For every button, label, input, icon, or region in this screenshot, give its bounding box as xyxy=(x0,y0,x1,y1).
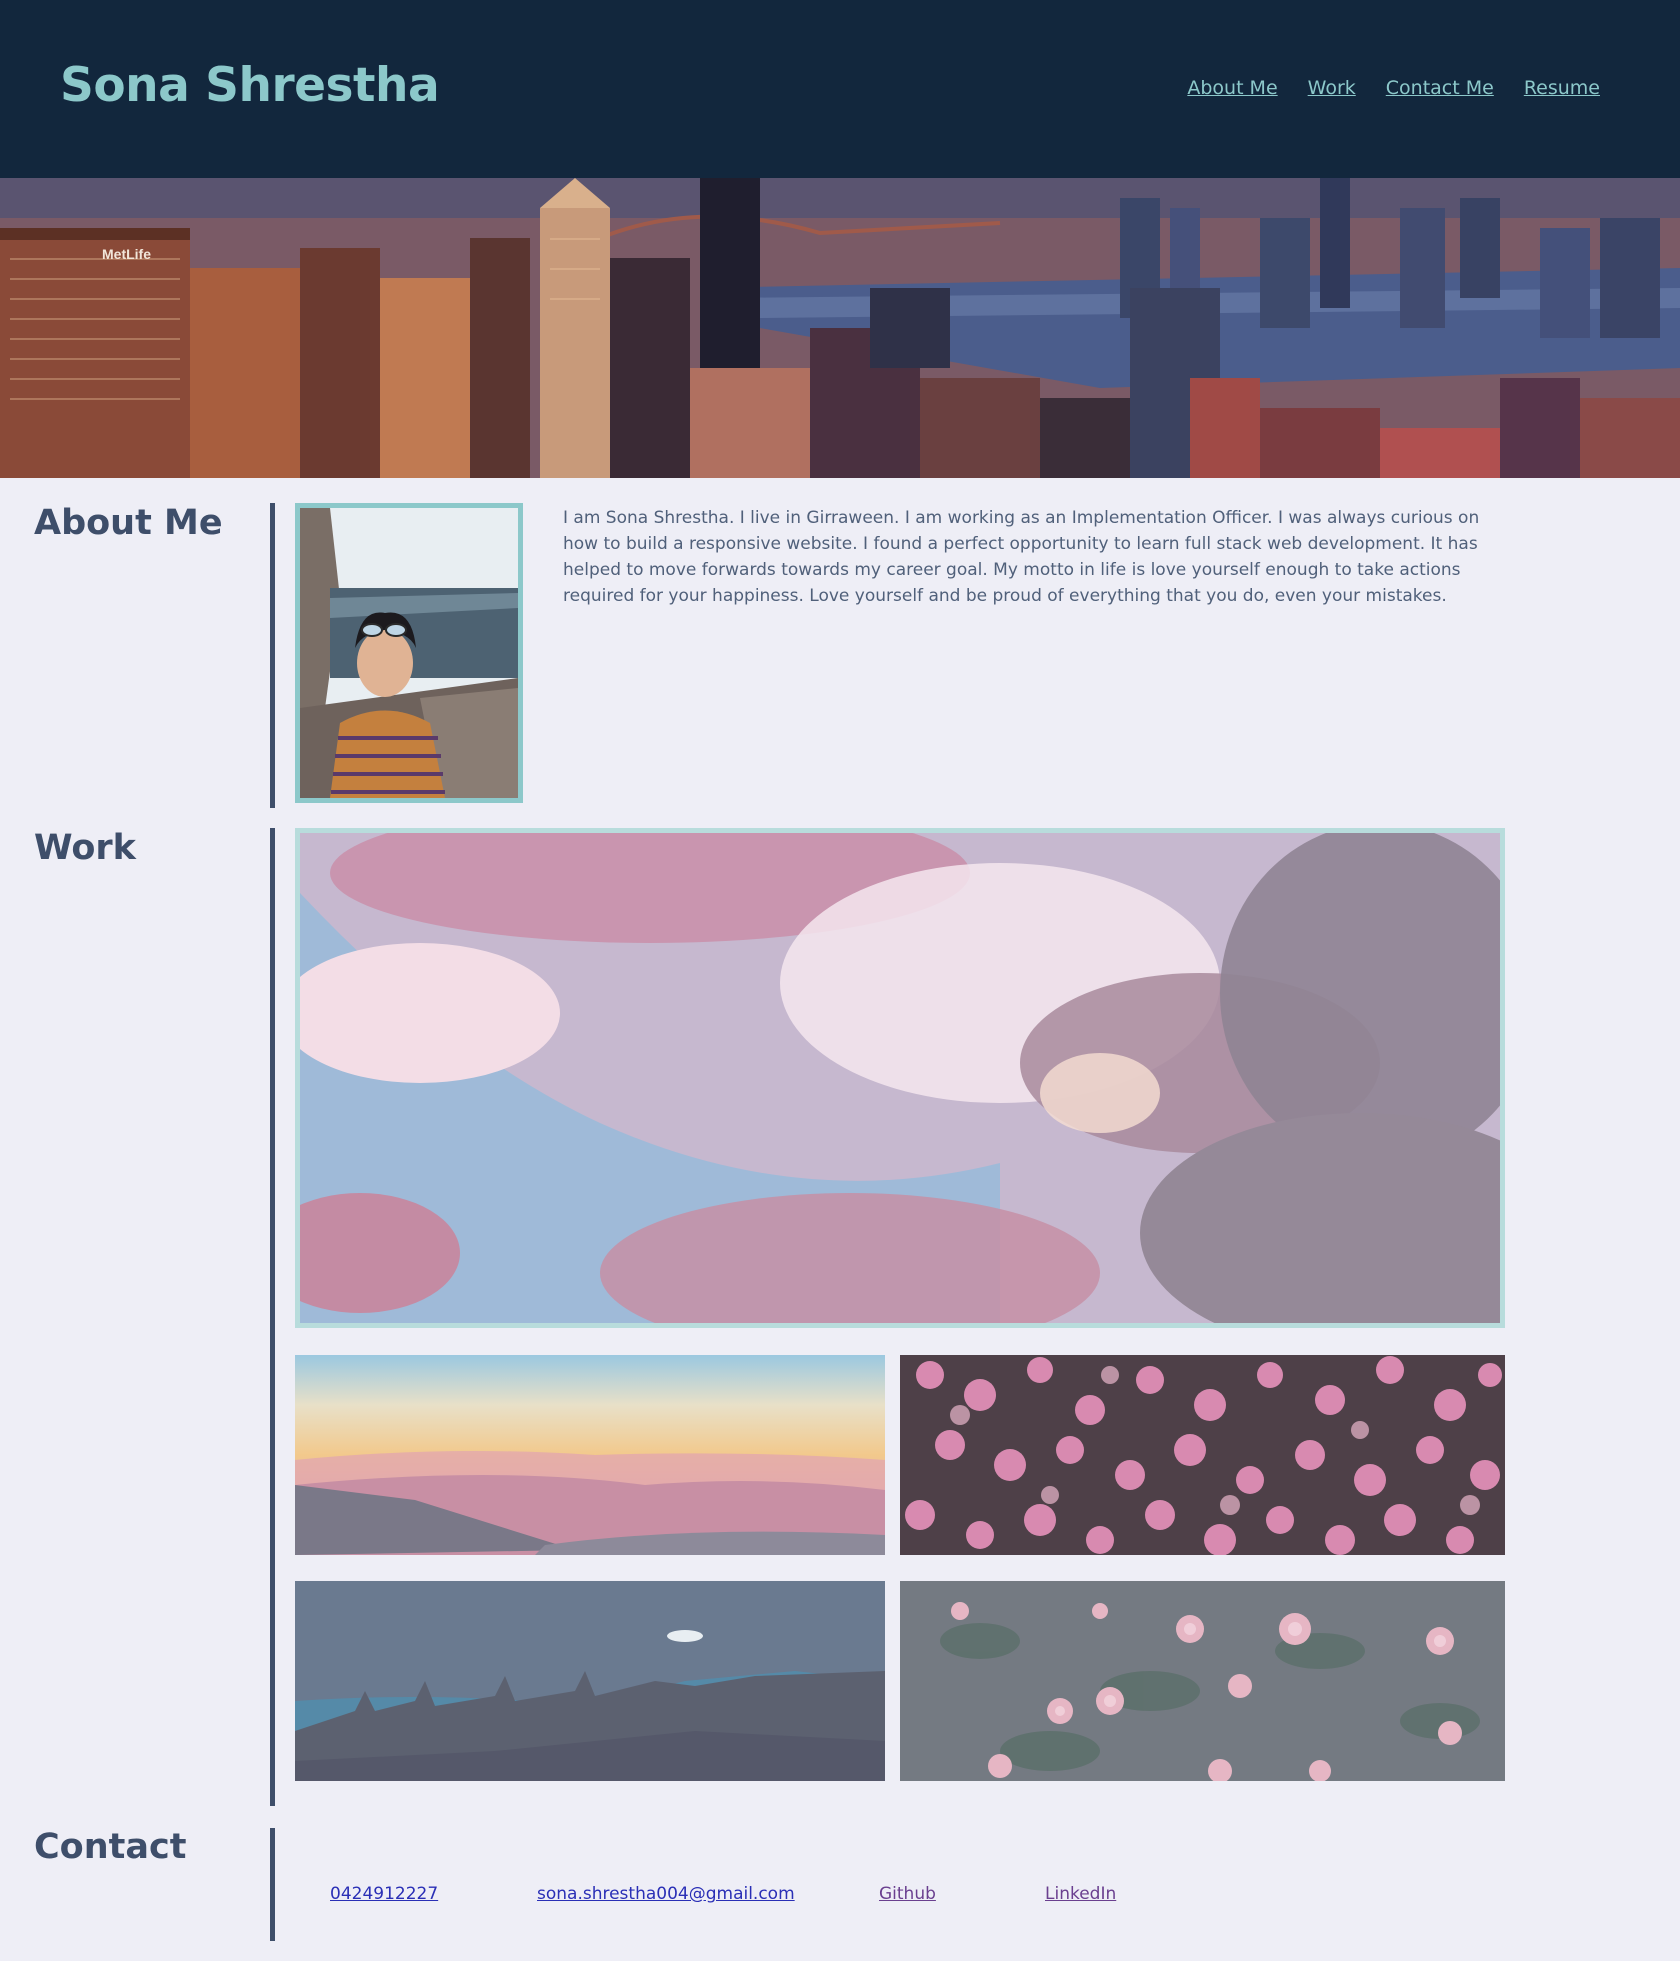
work-item-night-forest[interactable] xyxy=(295,1581,885,1781)
about-heading: About Me xyxy=(34,503,223,543)
nav-resume-link[interactable]: Resume xyxy=(1524,77,1600,99)
contact-phone-link[interactable]: 0424912227 xyxy=(330,1884,438,1904)
nav-about-me-link[interactable]: About Me xyxy=(1187,77,1277,99)
nav-work-link[interactable]: Work xyxy=(1308,77,1356,99)
contact-linkedin-link[interactable]: LinkedIn xyxy=(1045,1884,1116,1904)
site-header: Sona Shrestha About Me Work Contact Me R… xyxy=(0,0,1680,178)
nav-contact-me-link[interactable]: Contact Me xyxy=(1386,77,1494,99)
work-item-roses[interactable] xyxy=(900,1581,1505,1781)
about-divider xyxy=(270,503,275,808)
svg-text:MetLife: MetLife xyxy=(102,246,151,262)
work-item-sunset-mountains[interactable] xyxy=(295,1355,885,1555)
contact-divider xyxy=(270,1828,275,1941)
profile-photo xyxy=(295,503,523,803)
work-heading: Work xyxy=(34,828,136,868)
work-item-pink-flowers[interactable] xyxy=(900,1355,1505,1555)
contact-heading: Contact xyxy=(34,1827,187,1867)
about-description: I am Sona Shrestha. I live in Girraween.… xyxy=(563,508,1480,606)
hero-city-image: MetLife xyxy=(0,178,1680,478)
work-item-clouds[interactable] xyxy=(295,828,1505,1328)
site-title: Sona Shrestha xyxy=(60,58,440,113)
main-nav: About Me Work Contact Me Resume xyxy=(1187,77,1600,99)
contact-github-link[interactable]: Github xyxy=(879,1884,936,1904)
contact-email-link[interactable]: sona.shrestha004@gmail.com xyxy=(537,1884,795,1904)
work-divider xyxy=(270,828,275,1806)
